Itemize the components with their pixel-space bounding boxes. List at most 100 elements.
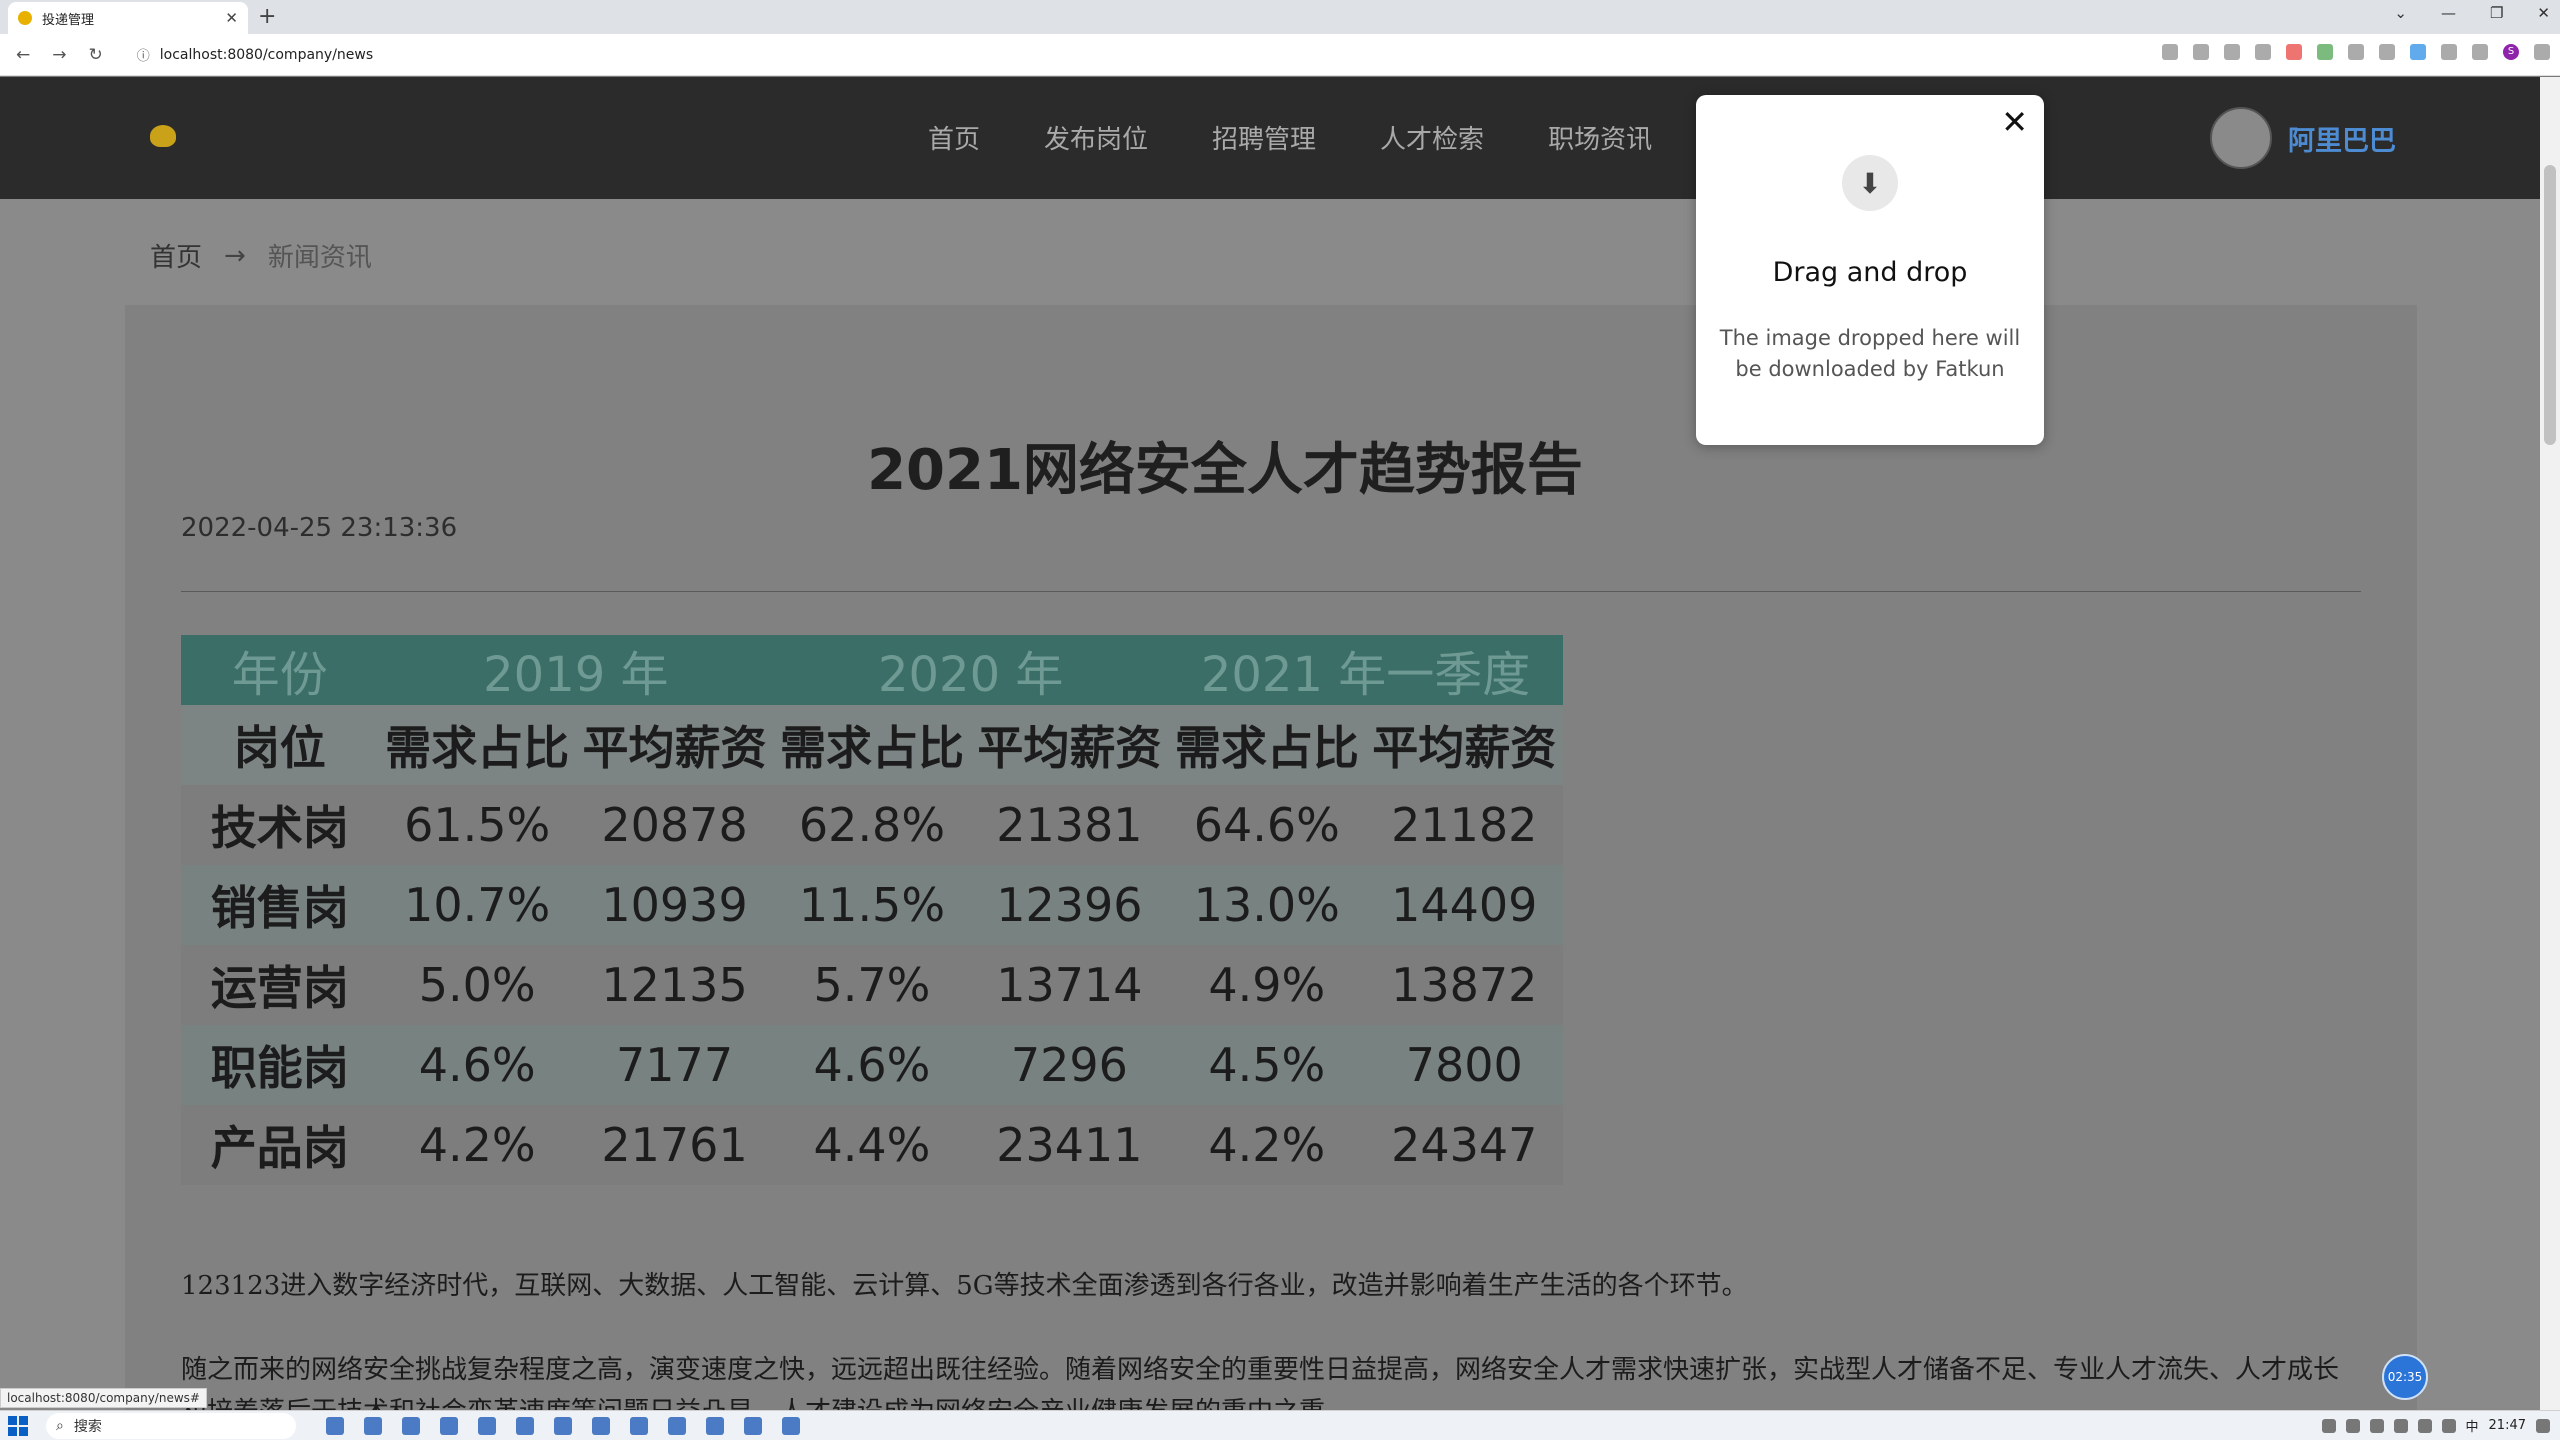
table-cell: 13714 <box>996 958 1143 1012</box>
app-icon[interactable] <box>706 1416 724 1435</box>
table-row: 运营岗 5.0% 12135 5.7% 13714 4.9% 13872 <box>181 945 1563 1025</box>
timer-badge[interactable]: 02:35 <box>2382 1354 2428 1400</box>
table-cell: 7296 <box>1010 1038 1128 1092</box>
tab-bar: 投递管理 ✕ + ⌄ — ❐ ✕ <box>0 0 2560 34</box>
tray-app-icon[interactable] <box>2369 1418 2384 1433</box>
ide-icon[interactable] <box>744 1416 762 1435</box>
site-logo[interactable] <box>150 125 176 147</box>
table-cell: 23411 <box>996 1118 1143 1172</box>
restore-button[interactable]: ❐ <box>2490 4 2503 22</box>
tab-title: 投递管理 <box>42 12 95 28</box>
app-icon[interactable] <box>402 1416 420 1435</box>
table-cell: 4.4% <box>813 1118 931 1172</box>
table-cell: 5.0% <box>418 958 536 1012</box>
table-row: 销售岗 10.7% 10939 11.5% 12396 13.0% 14409 <box>181 865 1563 945</box>
nav-career-news[interactable]: 职场资讯 <box>1548 119 1652 156</box>
app-icon[interactable] <box>440 1416 458 1435</box>
table-cell: 10.7% <box>404 878 551 932</box>
table-cell: 4.6% <box>813 1038 931 1092</box>
volume-icon[interactable] <box>2441 1418 2456 1433</box>
tab-search-icon[interactable]: ⌄ <box>2394 4 2407 22</box>
year-cell: 2021 年一季度 <box>1168 635 1563 705</box>
table-cell: 21761 <box>601 1118 748 1172</box>
file-explorer-icon[interactable] <box>326 1416 344 1435</box>
tray-chevron-icon[interactable] <box>2321 1418 2336 1433</box>
header-cell: 平均薪资 <box>1372 721 1557 775</box>
settings-icon[interactable] <box>516 1416 534 1435</box>
nav-talent-search[interactable]: 人才检索 <box>1380 119 1484 156</box>
clock[interactable]: 21:47 <box>2489 1418 2526 1433</box>
network-icon[interactable] <box>2417 1418 2432 1433</box>
breadcrumb: 首页 → 新闻资讯 <box>150 237 372 274</box>
taskbar-search[interactable]: ⌕ 搜索 <box>46 1412 296 1439</box>
ime-indicator[interactable]: 中 <box>2466 1416 2479 1435</box>
copy-extension-icon[interactable] <box>2348 44 2364 60</box>
zoom-icon[interactable] <box>2162 44 2178 60</box>
table-cell: 20878 <box>601 798 748 852</box>
download-extension-icon[interactable] <box>2317 44 2333 60</box>
reload-icon[interactable]: ↻ <box>89 45 103 65</box>
table-row: 技术岗 61.5% 20878 62.8% 21381 64.6% 21182 <box>181 785 1563 865</box>
system-tray: 中 21:47 <box>2321 1416 2550 1435</box>
popup-description: The image dropped here will be downloade… <box>1719 326 2021 381</box>
filter-extension-icon[interactable] <box>2379 44 2395 60</box>
nav-home[interactable]: 首页 <box>928 119 980 156</box>
shield-extension-icon[interactable] <box>2286 44 2302 60</box>
mail-icon[interactable] <box>592 1416 610 1435</box>
article-paragraph: 随之而来的网络安全挑战复杂程度之高，演变速度之快，远远超出既往经验。随着网络安全… <box>181 1355 2340 1410</box>
scrollbar-thumb[interactable] <box>2544 165 2556 445</box>
new-tab-button[interactable]: + <box>258 4 276 29</box>
nav-recruit-manage[interactable]: 招聘管理 <box>1212 119 1316 156</box>
header-cell: 需求占比 <box>385 721 570 775</box>
year-cell: 2019 年 <box>378 635 774 705</box>
puzzle-icon[interactable] <box>2441 44 2457 60</box>
share-icon[interactable] <box>2193 44 2209 60</box>
close-icon[interactable]: ✕ <box>2001 103 2028 141</box>
app-icon[interactable] <box>668 1416 686 1435</box>
back-icon[interactable]: ← <box>16 45 30 65</box>
minimize-button[interactable]: — <box>2441 4 2456 22</box>
article-paragraph: 123123进入数字经济时代，互联网、大数据、人工智能、云计算、5G等技术全面渗… <box>181 1271 1748 1301</box>
drag-drop-popup[interactable]: ✕ ⬇ Drag and drop The image dropped here… <box>1696 95 2044 445</box>
chrome-icon[interactable] <box>478 1416 496 1435</box>
firefox-icon[interactable] <box>554 1416 572 1435</box>
notepad-icon[interactable] <box>782 1416 800 1435</box>
popup-title: Drag and drop <box>1772 257 1968 288</box>
tray-app-icon[interactable] <box>2393 1418 2408 1433</box>
article-date: 2022-04-25 23:13:36 <box>181 513 458 543</box>
browser-tab[interactable]: 投递管理 ✕ <box>8 2 248 34</box>
camera-extension-icon[interactable] <box>2255 44 2271 60</box>
header-cell: 平均薪资 <box>582 721 767 775</box>
username[interactable]: 阿里巴巴 <box>2288 119 2396 158</box>
menu-dots-icon[interactable] <box>2534 44 2550 60</box>
profile-avatar-icon[interactable]: S <box>2503 44 2519 60</box>
page-viewport: 首页 发布岗位 招聘管理 人才检索 职场资讯 阿里巴巴 首页 → 新闻资讯 20… <box>0 77 2540 1410</box>
breadcrumb-home[interactable]: 首页 <box>150 237 202 274</box>
header-cell: 需求占比 <box>779 721 964 775</box>
wechat-icon[interactable] <box>630 1416 648 1435</box>
table-cell: 4.6% <box>418 1038 536 1092</box>
url-field[interactable]: ⓘ localhost:8080/company/news <box>137 45 373 65</box>
nav-post-job[interactable]: 发布岗位 <box>1044 119 1148 156</box>
tab-close-icon[interactable]: ✕ <box>225 9 238 27</box>
table-cell: 4.5% <box>1208 1038 1326 1092</box>
notification-icon[interactable] <box>2536 1418 2550 1433</box>
tray-app-icon[interactable] <box>2345 1418 2360 1433</box>
bookmark-star-icon[interactable] <box>2224 44 2240 60</box>
table-cell: 10939 <box>601 878 748 932</box>
windows-start-icon[interactable] <box>8 1415 28 1436</box>
store-icon[interactable] <box>364 1416 382 1435</box>
forward-icon[interactable]: → <box>52 45 66 65</box>
avatar[interactable] <box>2210 107 2272 169</box>
search-icon: ⌕ <box>56 1417 64 1434</box>
translate-extension-icon[interactable] <box>2410 44 2426 60</box>
header-cell: 岗位 <box>233 721 326 775</box>
table-cell: 14409 <box>1391 878 1538 932</box>
site-info-icon[interactable]: ⓘ <box>137 45 150 64</box>
user-menu[interactable]: 阿里巴巴 <box>2210 107 2396 169</box>
sidebar-icon[interactable] <box>2472 44 2488 60</box>
page-scrollbar[interactable] <box>2540 77 2560 1410</box>
table-cell: 13.0% <box>1193 878 1340 932</box>
table-cell: 4.9% <box>1208 958 1326 1012</box>
close-window-button[interactable]: ✕ <box>2537 4 2550 22</box>
